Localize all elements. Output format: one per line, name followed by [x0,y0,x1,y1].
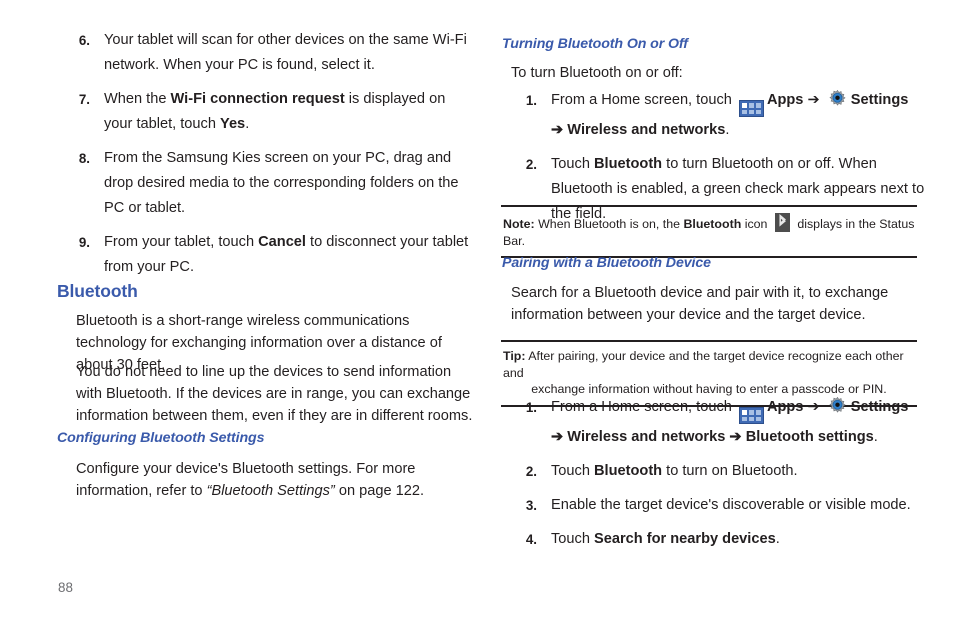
tip-text: Tip: After pairing, your device and the … [503,349,904,396]
arrow-icon: ➔ [729,429,742,446]
list-item: 9. From your tablet, touch Cancel to dis… [50,230,470,280]
apps-label: Apps [766,92,804,108]
subsection-heading-configuring-bluetooth-settings: Configuring Bluetooth Settings [57,430,265,446]
list-item: 3. Enable the target device's discoverab… [495,493,925,518]
list-item: 8. From the Samsung Kies screen on your … [50,146,470,221]
apps-icon[interactable] [738,100,764,118]
subsection-heading-pairing-with-a-bluetooth-device: Pairing with a Bluetooth Device [502,255,711,271]
list-item: 1. From a Home screen, touch Apps ➔ Sett… [495,88,925,143]
step-text: When the Wi-Fi connection request is dis… [104,91,446,132]
arrow-icon: ➔ [807,399,820,415]
step-number: 7. [78,92,90,107]
step-number: 1. [525,93,537,108]
note-label: Note: [503,217,535,231]
apps-icon[interactable] [738,407,764,425]
path-label-2: Bluetooth settings [745,429,874,446]
list-item: 2. Touch Bluetooth to turn on Bluetooth. [495,459,925,484]
list-item: 7. When the Wi-Fi connection request is … [50,87,470,137]
page-number: 88 [58,580,73,595]
manual-page: 6. Your tablet will scan for other devic… [0,0,954,636]
settings-label: Settings [850,92,909,108]
step-text: From a Home screen, touch Apps ➔ Setting… [551,396,909,446]
tip-label: Tip: [503,349,526,363]
pairing-paragraph: Search for a Bluetooth device and pair w… [511,285,889,323]
step-number: 6. [78,33,90,48]
arrow-icon: ➔ [551,122,564,139]
step-number: 3. [525,498,537,514]
arrow-icon: ➔ [551,429,564,446]
step-number: 2. [525,157,537,173]
bluetooth-paragraph-2: You do not need to line up the devices t… [76,364,473,424]
list-item: 4. Touch Search for nearby devices. [495,527,925,552]
apps-label: Apps [766,399,804,415]
step-text: From the Samsung Kies screen on your PC,… [104,150,459,216]
settings-label: Settings [850,399,909,415]
section-heading-bluetooth: Bluetooth [57,281,138,301]
step-number: 8. [78,151,90,166]
step-number: 4. [525,532,537,548]
cross-reference-link[interactable]: “Bluetooth Settings” [207,483,335,499]
arrow-icon: ➔ [807,92,820,108]
step-text: From a Home screen, touch Apps ➔ Setting… [551,89,909,139]
bluetooth-status-icon [774,213,790,232]
step-number: 1. [525,400,537,415]
note-text: Note: When Bluetooth is on, the Bluetoot… [503,213,915,249]
continued-steps-list: 6. Your tablet will scan for other devic… [50,28,470,280]
list-item: 6. Your tablet will scan for other devic… [50,28,470,78]
step-number: 2. [525,464,537,480]
settings-gear-icon[interactable] [827,396,848,417]
step-text: Enable the target device's discoverable … [551,497,911,514]
turning-intro-text: To turn Bluetooth on or off: [511,65,683,81]
step-number: 9. [78,235,90,250]
subsection-heading-turning-bluetooth-on-or-off: Turning Bluetooth On or Off [502,36,688,52]
step-text: Touch Bluetooth to turn on Bluetooth. [551,463,798,480]
configuring-paragraph: Configure your device's Bluetooth settin… [76,461,425,499]
pairing-steps-list: 1. From a Home screen, touch Apps ➔ Sett… [495,395,925,552]
step-text: Your tablet will scan for other devices … [104,32,467,73]
step-text: From your tablet, touch Cancel to discon… [104,234,469,275]
path-label: Wireless and networks [567,122,726,139]
path-label: Wireless and networks [567,429,726,446]
settings-gear-icon[interactable] [827,89,848,110]
list-item: 1. From a Home screen, touch Apps ➔ Sett… [495,395,925,450]
step-text: Touch Search for nearby devices. [551,531,780,548]
note-callout: Note: When Bluetooth is on, the Bluetoot… [501,205,917,258]
